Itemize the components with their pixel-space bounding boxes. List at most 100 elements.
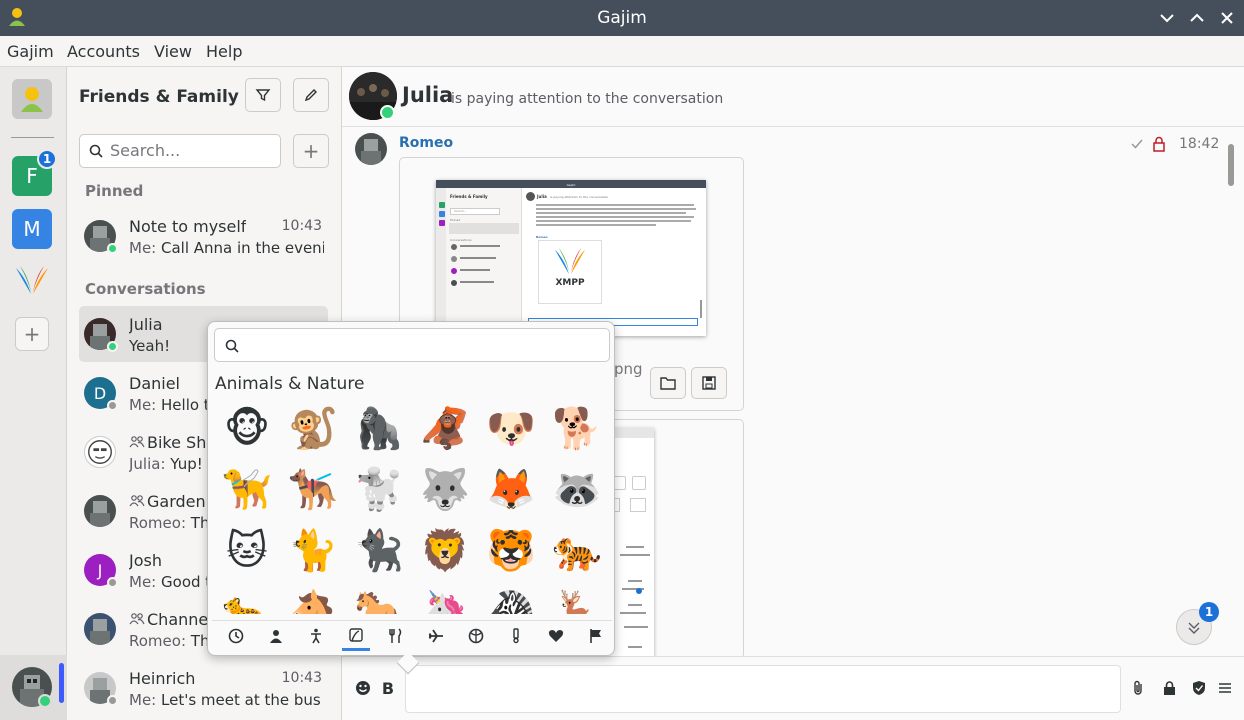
chat-name-text: Julia: [129, 315, 163, 334]
emoji-item[interactable]: 🦊: [484, 463, 538, 517]
emoji-search-input[interactable]: [214, 328, 610, 362]
emoji-item[interactable]: 🐆: [220, 585, 274, 614]
message-input[interactable]: [405, 665, 1121, 713]
menubar: Gajim Accounts View Help: [0, 36, 1244, 67]
emoji-item[interactable]: 🦧: [418, 402, 472, 456]
emoji-tab-objects[interactable]: [462, 625, 490, 651]
scrollbar-thumb[interactable]: [1228, 144, 1234, 186]
contact-name: Julia: [402, 83, 454, 107]
filter-button[interactable]: [245, 78, 281, 112]
workspace-letter: F: [26, 164, 38, 188]
search-icon: [89, 144, 103, 158]
chat-name-text: Daniel: [129, 374, 180, 393]
emoji-tab-recent[interactable]: [222, 625, 250, 651]
maximize-icon[interactable]: [1186, 7, 1208, 29]
encryption-button[interactable]: [1160, 679, 1178, 697]
emoji-item[interactable]: 🐕‍🦺: [286, 463, 340, 517]
minimize-icon[interactable]: [1156, 7, 1178, 29]
menu-view[interactable]: View: [154, 42, 192, 61]
emoji-item[interactable]: 🐅: [550, 524, 604, 578]
preview-thumbnail[interactable]: Gajim Friends & Family Search... Pinned …: [436, 180, 706, 336]
menu-gajim[interactable]: Gajim: [7, 42, 54, 61]
emoji-tab-food[interactable]: [382, 625, 410, 651]
main-window-button[interactable]: [12, 79, 52, 119]
account-button[interactable]: [0, 655, 67, 720]
message-sender: Romeo:: [129, 514, 186, 532]
emoji-item[interactable]: 🦮: [220, 463, 274, 517]
status-dot: [107, 400, 118, 411]
emoji-item[interactable]: 🐕: [550, 402, 604, 456]
workspace-m[interactable]: M: [12, 209, 52, 249]
bold-format-button[interactable]: B: [379, 678, 397, 698]
emoji-tab-nature[interactable]: [342, 625, 370, 651]
emoji-item[interactable]: 🦌: [550, 585, 604, 614]
save-file-button[interactable]: [691, 367, 727, 399]
heart-icon: [548, 628, 564, 648]
emoji-item[interactable]: 🐎: [352, 585, 406, 614]
paperclip-icon: [1134, 680, 1142, 695]
save-icon: [702, 376, 716, 390]
emoji-item[interactable]: 🦍: [352, 402, 406, 456]
emoji-button[interactable]: [354, 679, 372, 697]
group-chat-icon: [129, 610, 147, 629]
emoji-item[interactable]: 🐒: [286, 402, 340, 456]
edit-workspace-button[interactable]: [293, 78, 329, 112]
start-chat-button[interactable]: +: [293, 134, 329, 168]
close-icon[interactable]: [1216, 7, 1238, 29]
message-sender: Me:: [129, 396, 157, 414]
menu-accounts[interactable]: Accounts: [67, 42, 140, 61]
message-time: 18:42: [1179, 136, 1220, 152]
emoji-item[interactable]: 🐈: [286, 524, 340, 578]
lock-icon: [1163, 680, 1175, 695]
attach-button[interactable]: [1129, 679, 1147, 697]
emoji-item[interactable]: 🐯: [484, 524, 538, 578]
pinned-header: Pinned: [85, 182, 144, 200]
delivered-check-icon: [1131, 139, 1143, 149]
scroll-to-bottom-button[interactable]: 1: [1176, 602, 1219, 645]
emoji-tab-flags[interactable]: [582, 625, 610, 651]
emoji-item[interactable]: 🦓: [484, 585, 538, 614]
emoji-item[interactable]: 🐵: [220, 402, 274, 456]
emoji-item[interactable]: 🦄: [418, 585, 472, 614]
emoji-tab-travel[interactable]: [422, 625, 450, 651]
nature-icon: [348, 627, 364, 647]
emoji-category-tabs: [212, 620, 612, 652]
emoji-item[interactable]: 🐩: [352, 463, 406, 517]
menu-help[interactable]: Help: [206, 42, 242, 61]
avatar: [84, 495, 116, 527]
conversations-header: Conversations: [85, 280, 206, 298]
emoji-tab-people[interactable]: [262, 625, 290, 651]
workspace-title: Friends & Family: [79, 87, 239, 107]
add-workspace-button[interactable]: +: [15, 317, 49, 351]
open-folder-button[interactable]: [650, 367, 686, 399]
emoji-tab-symbols[interactable]: [502, 625, 530, 651]
emoji-item[interactable]: 🦝: [550, 463, 604, 517]
encryption-lock-icon[interactable]: [1152, 136, 1166, 152]
hamburger-menu-icon: [1219, 683, 1231, 693]
security-button[interactable]: [1190, 679, 1208, 697]
workspace-xmpp[interactable]: [12, 260, 52, 300]
emoji-item[interactable]: 🐶: [484, 402, 538, 456]
emoji-icon: [356, 681, 370, 695]
sender-name[interactable]: Romeo: [399, 135, 453, 151]
message-preview: Yup!: [170, 455, 203, 473]
search-input[interactable]: Search...: [79, 134, 281, 168]
more-actions-button[interactable]: [1216, 679, 1234, 697]
avatar-letter: J: [97, 560, 103, 580]
message-line: Me: Let's meet at the bus s...: [129, 691, 324, 709]
gajim-logo-icon: [21, 87, 43, 112]
bold-icon: B: [381, 678, 395, 698]
emoji-item[interactable]: 🦁: [418, 524, 472, 578]
emoji-item[interactable]: 🐺: [418, 463, 472, 517]
chat-name-text: Bike She: [147, 433, 217, 452]
emoji-category-title: Animals & Nature: [215, 374, 365, 394]
emoji-tab-heart[interactable]: [542, 625, 570, 651]
emoji-item[interactable]: 🐴: [286, 585, 340, 614]
chat-row-heinrich[interactable]: Heinrich 10:43 Me: Let's meet at the bus s…: [79, 660, 328, 716]
chat-name-text: Josh: [129, 551, 162, 570]
emoji-item[interactable]: 🐱: [220, 524, 274, 578]
emoji-item[interactable]: 🐈‍⬛: [352, 524, 406, 578]
emoji-tab-activity[interactable]: [302, 625, 330, 651]
chat-row-note-to-myself[interactable]: Note to myself 10:43 Me: Call Anna in th…: [79, 208, 328, 264]
emoji-picker: Animals & Nature 🐵 🐒 🦍 🦧 🐶 🐕 🦮 🐕‍🦺 🐩 🐺 🦊 🦝 🐱 🐈 🐈‍⬛ 🦁 🐯 🐅 🐆…: [207, 321, 615, 675]
